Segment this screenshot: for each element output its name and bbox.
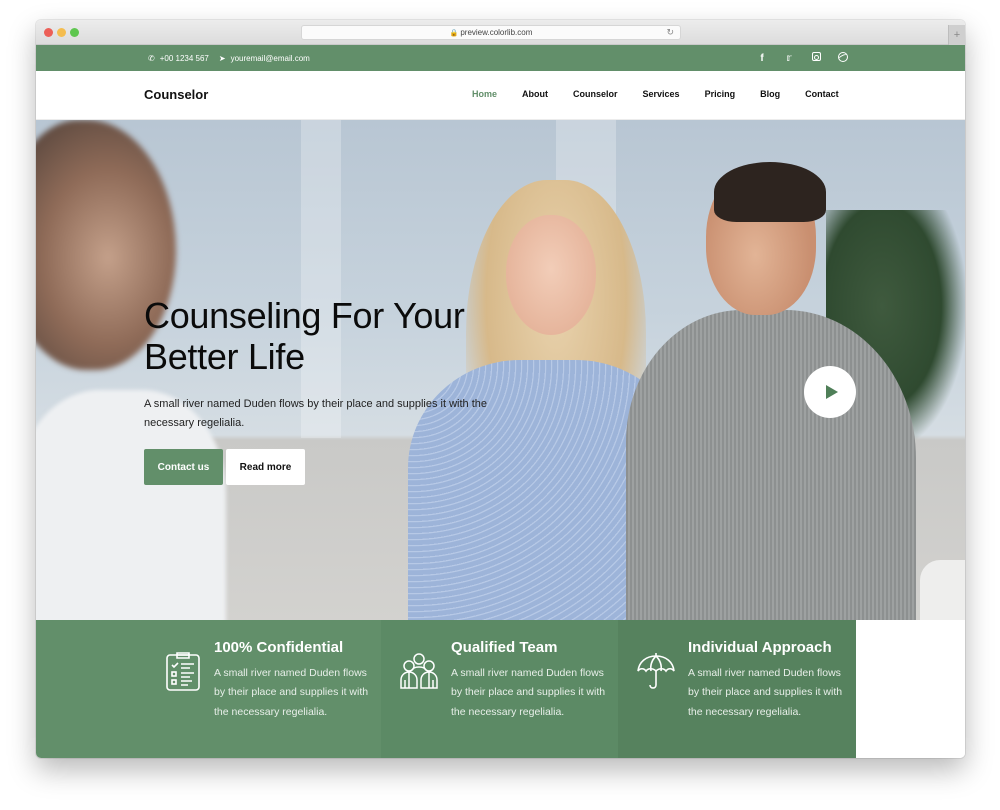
minimize-window-button[interactable] [57,28,66,37]
browser-window: 🔒 preview.colorlib.com ↻ + ✆ +00 1234 567… [36,20,965,758]
nav-item-about[interactable]: About [522,89,548,99]
main-nav: Home About Counselor Services Pricing Bl… [472,89,839,99]
hero-title-line-1: Counseling For Your [144,295,465,336]
top-contact-bar: ✆ +00 1234 567 ➤ youremail@email.com f 𝕣 [36,45,965,71]
main-navbar: Counselor Home About Counselor Services … [36,71,965,120]
phone-icon: ✆ [148,53,155,63]
email-address: youremail@email.com [230,53,310,63]
nav-item-counselor[interactable]: Counselor [573,89,618,99]
lock-icon: 🔒 [449,30,459,37]
nav-item-services[interactable]: Services [643,89,680,99]
hero-section: Counseling For Your Better Life A small … [36,120,965,620]
close-window-button[interactable] [44,28,53,37]
contact-us-button[interactable]: Contact us [144,449,223,485]
feature-title: Individual Approach [688,639,832,656]
feature-text: A small river named Duden flows by their… [451,667,606,718]
hero-buttons: Contact us Read more [144,449,504,485]
feature-title: Qualified Team [451,639,558,656]
feature-card: 100% Confidential A small river named Du… [36,620,381,758]
feature-text: A small river named Duden flows by their… [688,667,843,718]
twitter-icon[interactable]: 𝕣 [783,53,795,64]
paper-plane-icon: ➤ [218,53,226,63]
instagram-icon[interactable] [810,52,822,64]
hero-title-line-2: Better Life [144,336,305,377]
hero-subtitle: A small river named Duden flows by their… [144,398,488,429]
hero-photo-woman-face [506,215,596,335]
clipboard-checklist-icon [166,652,200,691]
team-group-icon [400,653,438,689]
site-logo[interactable]: Counselor [144,87,208,102]
url-text: preview.colorlib.com [460,28,533,37]
feature-card: Qualified Team A small river named Duden… [381,620,618,758]
features-strip: 100% Confidential A small river named Du… [36,620,856,758]
read-more-button[interactable]: Read more [226,449,305,485]
hero-photo-sofa [920,560,965,620]
feature-title: 100% Confidential [214,639,344,656]
dribbble-icon[interactable] [837,51,849,65]
hero-title: Counseling For Your Better Life [144,295,504,377]
facebook-icon[interactable]: f [756,53,768,64]
social-links: f 𝕣 [756,45,849,71]
new-tab-button[interactable]: + [948,25,965,45]
browser-toolbar: 🔒 preview.colorlib.com ↻ + [36,20,965,45]
email-contact[interactable]: ➤ youremail@email.com [219,54,310,63]
hero-photo-man-hair [714,162,826,222]
play-video-button[interactable] [804,366,856,418]
nav-item-home[interactable]: Home [472,89,497,99]
nav-item-blog[interactable]: Blog [760,89,780,99]
page-background [856,665,965,758]
reload-icon[interactable]: ↻ [666,26,674,39]
nav-item-pricing[interactable]: Pricing [705,89,736,99]
feature-card: Individual Approach A small river named … [618,620,856,758]
play-icon [826,385,838,399]
hero-photo-man [626,310,916,620]
nav-item-contact[interactable]: Contact [805,89,839,99]
umbrella-icon [637,653,675,689]
maximize-window-button[interactable] [70,28,79,37]
phone-number: +00 1234 567 [159,53,209,63]
feature-text: A small river named Duden flows by their… [214,667,369,718]
address-bar[interactable]: 🔒 preview.colorlib.com ↻ [301,25,681,40]
phone-contact[interactable]: ✆ +00 1234 567 [148,54,209,63]
hero-content: Counseling For Your Better Life A small … [144,295,504,485]
